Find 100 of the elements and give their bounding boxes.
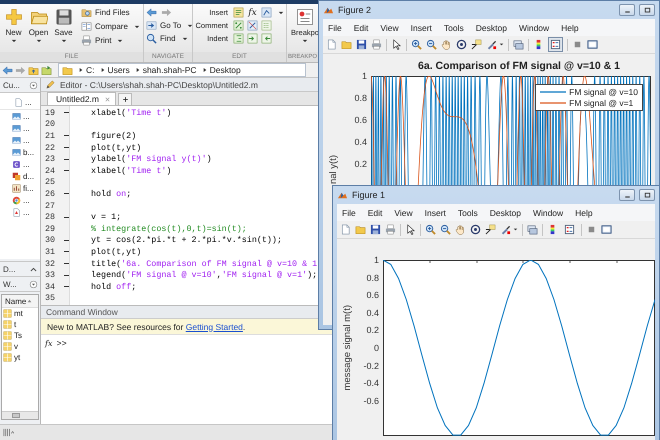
variable-item[interactable]: t [2,319,38,330]
indent-left-icon[interactable] [261,33,272,44]
folder-icon[interactable] [341,39,352,50]
current-folder-entry[interactable]: ... [0,134,40,146]
link-plot-icon[interactable] [513,39,524,50]
menu-item[interactable]: View [380,22,399,32]
breakpoint-dash[interactable] [64,158,69,160]
menu-item[interactable]: Help [561,22,579,32]
maximize-button[interactable] [639,189,655,201]
current-folder-entry[interactable]: fi... [0,182,40,194]
brush-icon[interactable] [486,39,497,50]
toolstrip-button[interactable]: Compare [81,21,140,32]
current-folder-entry[interactable]: ... [0,122,40,134]
new-tab-button[interactable] [118,93,132,105]
menu-item[interactable]: Insert [410,22,432,32]
breakpoint-dash[interactable] [64,286,69,288]
current-folder-entry[interactable]: d... [0,170,40,182]
minimize-button[interactable] [619,189,635,201]
save-icon[interactable] [370,224,381,235]
caret-icon[interactable] [513,228,518,231]
zoom-out-icon[interactable] [426,39,437,50]
breakpoint-dash[interactable] [64,240,69,241]
legend-toggle-button[interactable] [562,222,577,237]
panel-title[interactable]: D... [3,264,16,274]
current-folder-entry[interactable]: ... [0,206,40,218]
menu-icon[interactable] [29,80,38,90]
menu-item[interactable]: Window [532,208,564,218]
path-segment[interactable]: C: [86,65,94,75]
menu-item[interactable]: Tools [444,22,464,32]
toolstrip-button[interactable]: Open [27,7,50,43]
path-segment[interactable]: shah.shah-PC [142,65,197,75]
pointer-icon[interactable] [405,224,416,235]
save-icon[interactable] [356,39,367,50]
zoom-in-icon[interactable] [425,224,436,235]
variable-item[interactable]: yt [2,352,38,363]
indent-icon[interactable] [233,33,244,44]
file-tab[interactable]: Untitled2.m [47,92,116,105]
variable-item[interactable]: Ts [2,330,38,341]
hand-icon[interactable] [455,224,466,235]
command-prompt[interactable]: >> [56,339,67,349]
zoom-out-icon[interactable] [440,224,451,235]
section-icon[interactable] [233,7,244,18]
getting-started-link[interactable]: Getting Started [186,322,243,332]
function-icon[interactable] [261,7,272,18]
panel-title[interactable]: Cu... [3,80,20,90]
brush-icon[interactable] [500,224,511,235]
uncomment-icon[interactable] [247,20,258,31]
menu-item[interactable]: Tools [458,208,478,218]
function-browser-button[interactable]: fx [45,339,52,348]
toolstrip-button[interactable]: Find Files [81,7,140,18]
menu-item[interactable]: Desktop [476,22,507,32]
current-folder-entry[interactable]: ... [0,194,40,206]
data-cursor-icon[interactable] [485,224,496,235]
breakpoint-dash[interactable] [64,112,69,114]
window-icon[interactable] [587,39,598,50]
current-folder-entry[interactable]: b... [0,146,40,158]
square-icon[interactable] [586,224,597,235]
menu-item[interactable]: Help [575,208,593,218]
column-header[interactable]: Name [2,295,38,308]
square-icon[interactable] [572,39,583,50]
breakpoint-dash[interactable] [64,216,69,218]
link-plot-icon[interactable] [527,224,538,235]
grip-icon[interactable] [3,427,14,438]
rotate-icon[interactable] [456,39,467,50]
insert-function-button[interactable]: fx [247,8,258,18]
breakpoint-dash[interactable] [64,274,69,276]
variable-item[interactable]: v [2,341,38,352]
caret-icon[interactable] [499,43,504,46]
close-icon[interactable] [104,96,111,102]
comment-icon[interactable] [233,20,244,31]
current-folder-entry[interactable]: ... [0,110,40,122]
menu-item[interactable]: Edit [354,22,368,32]
up-folder-icon[interactable] [28,64,39,76]
data-cursor-icon[interactable] [471,39,482,50]
legend-toggle-button[interactable] [548,37,563,52]
browse-folder-icon[interactable] [41,64,52,76]
new-file-icon[interactable] [340,224,351,235]
pointer-icon[interactable] [391,39,402,50]
menu-item[interactable]: Window [518,22,550,32]
minimize-button[interactable] [619,4,635,16]
variable-item[interactable]: mt [2,308,38,319]
menu-item[interactable]: File [328,22,342,32]
menu-item[interactable]: Desktop [490,208,521,218]
caret-icon[interactable] [278,10,284,14]
back-arrow-icon[interactable] [146,7,157,18]
toolstrip-button[interactable]: Print [81,35,140,46]
new-file-icon[interactable] [326,39,337,50]
breakpoint-dash[interactable] [64,251,69,252]
horizontal-scrollbar[interactable] [2,411,38,419]
back-arrow-icon[interactable] [2,64,13,76]
breakpoint-dash[interactable] [64,135,69,136]
menu-item[interactable]: Insert [424,208,446,218]
path-field[interactable]: C: Users shah.shah-PC Desktop [58,63,306,77]
printer-icon[interactable] [371,39,382,50]
path-segment[interactable]: Users [108,65,130,75]
breakpoint-dash[interactable] [64,263,69,264]
indent-right-icon[interactable] [247,33,258,44]
rotate-icon[interactable] [470,224,481,235]
panel-title[interactable]: W... [3,280,17,288]
current-folder-entry[interactable]: ... [0,95,40,110]
